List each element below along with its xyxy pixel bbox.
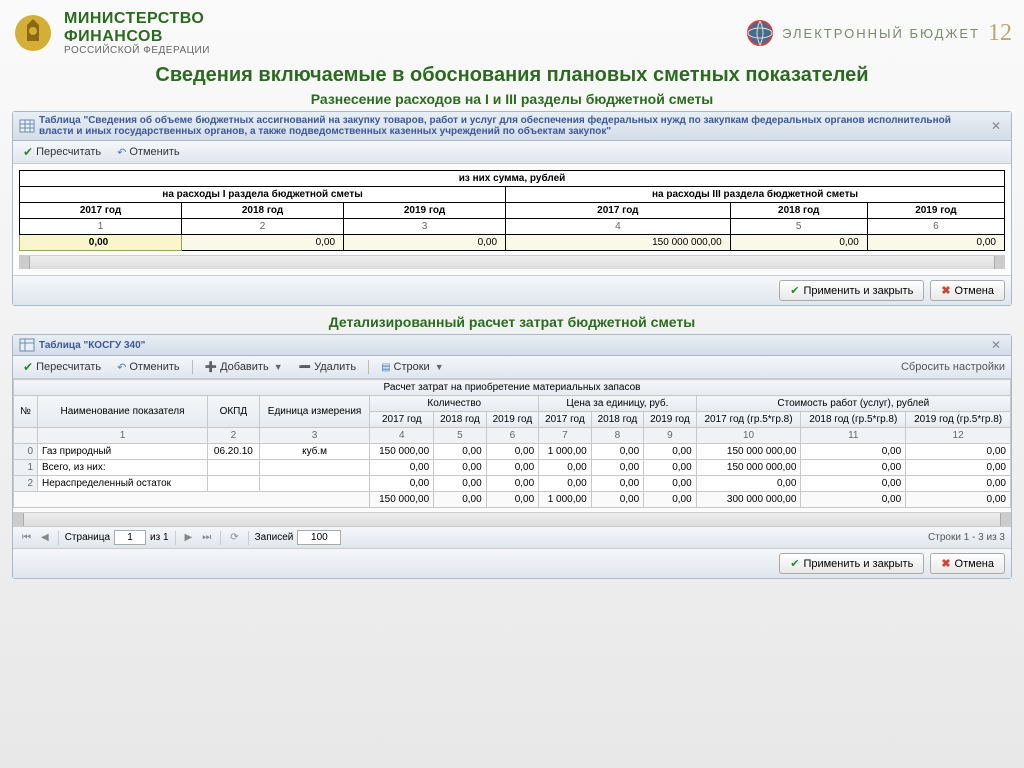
allocation-table: из них сумма, рублей на расходы I раздел… — [19, 170, 1005, 251]
section-subtitle-2: Детализированный расчет затрат бюджетной… — [12, 314, 1012, 330]
cancel-button[interactable]: ✖Отмена — [930, 553, 1005, 574]
emblem-icon — [12, 12, 54, 54]
chevron-down-icon: ▼ — [274, 362, 283, 372]
table-row[interactable]: 0 Газ природный 06.20.10 куб.м 150 000,0… — [14, 444, 1011, 460]
check-icon: ✔ — [23, 360, 33, 374]
table-icon — [19, 338, 35, 352]
panel1-title: Таблица "Сведения об объеме бюджетных ас… — [39, 115, 983, 137]
page-input[interactable] — [114, 530, 146, 545]
eb-globe-icon — [746, 19, 774, 47]
pager-info: Строки 1 - 3 из 3 — [928, 532, 1005, 543]
page-header: МИНИСТЕРСТВО ФИНАНСОВ РОССИЙСКОЙ ФЕДЕРАЦ… — [12, 10, 1012, 56]
undo-button[interactable]: ↶Отменить — [113, 360, 183, 375]
pager: ⏮ ◀ Страница из 1 ▶ ⏭ ⟳ Записей Строки 1… — [13, 526, 1011, 548]
rows-button[interactable]: ▤Строки▼ — [377, 360, 448, 374]
ministry-line2: ФИНАНСОВ — [64, 28, 210, 46]
recalculate-button[interactable]: ✔Пересчитать — [19, 144, 105, 160]
check-icon: ✔ — [790, 284, 799, 297]
page-number: 12 — [988, 20, 1012, 47]
panel2-title: Таблица "КОСГУ 340" — [39, 340, 983, 351]
cancel-icon: ✖ — [941, 284, 950, 297]
electronic-budget-block: ЭЛЕКТРОННЫЙ БЮДЖЕТ 12 — [746, 19, 1012, 47]
page-of: из 1 — [150, 532, 169, 543]
cell-s3-2019[interactable]: 0,00 — [867, 235, 1004, 251]
undo-button[interactable]: ↶Отменить — [113, 145, 183, 160]
undo-icon: ↶ — [117, 361, 126, 374]
table-row[interactable]: 1 Всего, из них: 0,000,000,00 0,000,000,… — [14, 460, 1011, 476]
total-caption: из них сумма, рублей — [20, 171, 1005, 187]
ministry-line1: МИНИСТЕРСТВО — [64, 10, 210, 28]
per-page-input[interactable] — [297, 530, 341, 545]
eb-label: ЭЛЕКТРОННЫЙ БЮДЖЕТ — [782, 26, 980, 41]
next-page-icon[interactable]: ▶ — [182, 532, 196, 543]
detail-panel: Таблица "КОСГУ 340" ✕ ✔Пересчитать ↶Отме… — [12, 334, 1012, 579]
check-icon: ✔ — [790, 557, 799, 570]
refresh-icon[interactable]: ⟳ — [227, 532, 241, 543]
panel1-toolbar: ✔Пересчитать ↶Отменить — [13, 141, 1011, 164]
undo-icon: ↶ — [117, 146, 126, 159]
last-page-icon[interactable]: ⏭ — [199, 532, 214, 543]
cancel-icon: ✖ — [941, 557, 950, 570]
hscrollbar[interactable] — [19, 255, 1005, 269]
cell-s1-2017[interactable]: 0,00 — [20, 235, 182, 251]
chevron-down-icon: ▼ — [435, 362, 444, 372]
delete-button[interactable]: ➖Удалить — [295, 360, 360, 374]
add-button[interactable]: ➕Добавить▼ — [201, 360, 287, 374]
close-icon[interactable]: ✕ — [987, 119, 1005, 133]
ministry-line3: РОССИЙСКОЙ ФЕДЕРАЦИИ — [64, 45, 210, 56]
section3-caption: на расходы III раздела бюджетной сметы — [506, 187, 1005, 203]
cancel-button[interactable]: ✖Отмена — [930, 280, 1005, 301]
rows-icon: ▤ — [381, 362, 390, 373]
per-page-label: Записей — [255, 532, 294, 543]
reset-settings-link[interactable]: Сбросить настройки — [901, 361, 1005, 373]
detail-grid: Расчет затрат на приобретение материальн… — [13, 379, 1011, 508]
close-icon[interactable]: ✕ — [987, 338, 1005, 352]
ministry-logo-block: МИНИСТЕРСТВО ФИНАНСОВ РОССИЙСКОЙ ФЕДЕРАЦ… — [12, 10, 210, 56]
cell-s3-2017[interactable]: 150 000 000,00 — [506, 235, 731, 251]
totals-row: 150 000,000,000,00 1 000,000,000,00 300 … — [14, 492, 1011, 508]
check-icon: ✔ — [23, 145, 33, 159]
apply-close-button[interactable]: ✔Применить и закрыть — [779, 280, 924, 301]
slide-title: Сведения включаемые в обоснования планов… — [12, 64, 1012, 87]
first-page-icon[interactable]: ⏮ — [19, 532, 34, 543]
minus-icon: ➖ — [299, 362, 311, 373]
section-subtitle-1: Разнесение расходов на I и III разделы б… — [12, 91, 1012, 107]
allocation-panel: Таблица "Сведения об объеме бюджетных ас… — [12, 111, 1012, 306]
cell-s1-2018[interactable]: 0,00 — [182, 235, 344, 251]
table-icon — [19, 119, 35, 133]
table-row[interactable]: 2 Нераспределенный остаток 0,000,000,00 … — [14, 476, 1011, 492]
cell-s3-2018[interactable]: 0,00 — [730, 235, 867, 251]
page-label: Страница — [65, 532, 110, 543]
cell-s1-2019[interactable]: 0,00 — [344, 235, 506, 251]
apply-close-button[interactable]: ✔Применить и закрыть — [779, 553, 924, 574]
prev-page-icon[interactable]: ◀ — [38, 532, 52, 543]
recalculate-button[interactable]: ✔Пересчитать — [19, 359, 105, 375]
plus-icon: ➕ — [205, 362, 217, 373]
panel2-toolbar: ✔Пересчитать ↶Отменить ➕Добавить▼ ➖Удали… — [13, 356, 1011, 379]
section1-caption: на расходы I раздела бюджетной сметы — [20, 187, 506, 203]
hscrollbar[interactable] — [13, 512, 1011, 526]
grid-caption: Расчет затрат на приобретение материальн… — [14, 380, 1011, 396]
